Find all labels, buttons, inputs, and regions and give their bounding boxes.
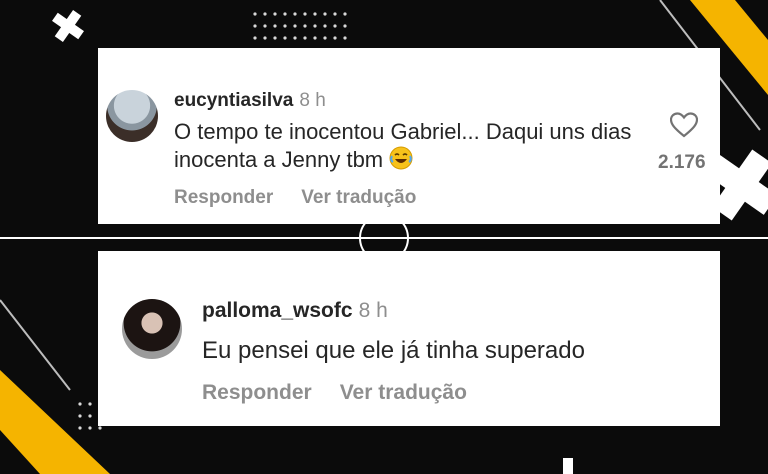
like-count: 2.176 bbox=[658, 152, 706, 173]
laughing-face-icon bbox=[389, 146, 413, 170]
comment-text: O tempo te inocentou Gabriel... Daqui un… bbox=[174, 118, 634, 174]
translate-button[interactable]: Ver tradução bbox=[301, 187, 416, 208]
comment-text: Eu pensei que ele já tinha superado bbox=[202, 337, 585, 364]
avatar[interactable] bbox=[122, 299, 182, 359]
comment-header: eucyntiasilva 8 h bbox=[174, 90, 326, 112]
reply-button[interactable]: Responder bbox=[202, 381, 312, 404]
username[interactable]: palloma_wsofc bbox=[202, 299, 353, 322]
timestamp: 8 h bbox=[299, 90, 326, 111]
reply-button[interactable]: Responder bbox=[174, 187, 273, 208]
comment-actions: Responder Ver tradução bbox=[174, 187, 444, 209]
comment-card: palloma_wsofc 8 h Eu pensei que ele já ti… bbox=[98, 251, 720, 426]
comment-card: eucyntiasilva 8 h O tempo te inocentou Ga… bbox=[98, 48, 720, 224]
username[interactable]: eucyntiasilva bbox=[174, 90, 293, 111]
comment-header: palloma_wsofc 8 h bbox=[202, 299, 388, 323]
timestamp: 8 h bbox=[358, 299, 388, 322]
translate-button[interactable]: Ver tradução bbox=[340, 381, 467, 404]
heart-icon[interactable] bbox=[670, 112, 698, 138]
comment-actions: Responder Ver tradução bbox=[202, 381, 495, 405]
avatar[interactable] bbox=[106, 90, 158, 142]
